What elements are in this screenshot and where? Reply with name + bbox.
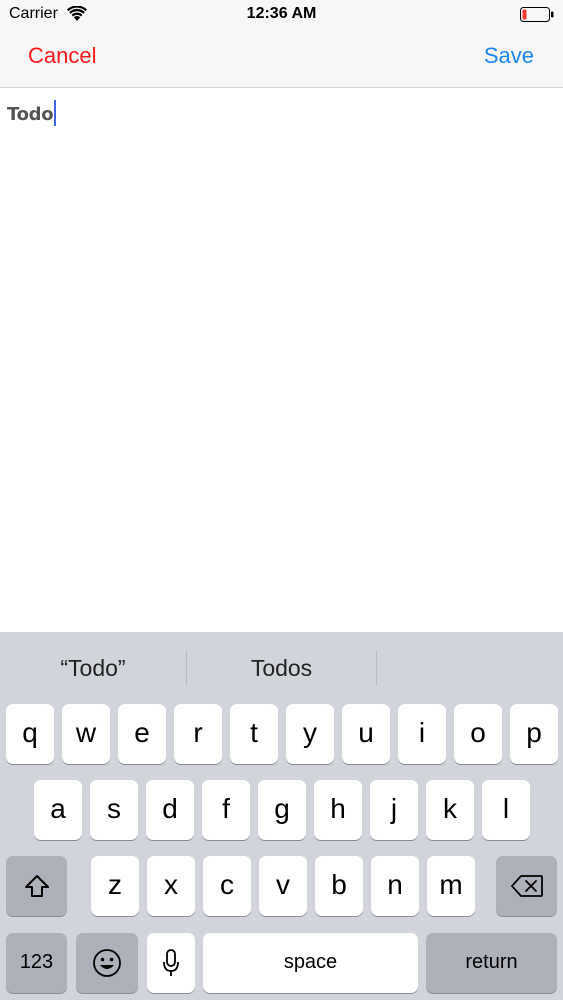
key-c[interactable]: c [203,856,251,916]
key-h[interactable]: h [314,780,362,840]
suggestion-1[interactable]: “Todo” [0,632,186,704]
todo-text: Todo [7,100,57,126]
keyboard: “Todo” Todos qwertyuiop asdfghjkl zxcvbn… [0,632,563,1000]
emoji-icon [93,949,121,977]
navigation-bar: Cancel Save [0,30,563,88]
return-key[interactable]: return [426,933,557,993]
shift-icon [24,875,49,897]
status-bar: Carrier 12:36 AM [0,0,563,30]
suggestion-2[interactable]: Todos [187,632,376,704]
key-b[interactable]: b [315,856,363,916]
key-x[interactable]: x [147,856,195,916]
cancel-button[interactable]: Cancel [28,43,96,69]
emoji-key[interactable] [76,933,138,993]
key-g[interactable]: g [258,780,306,840]
key-t[interactable]: t [230,704,278,764]
key-k[interactable]: k [426,780,474,840]
key-s[interactable]: s [90,780,138,840]
save-button[interactable]: Save [484,43,534,69]
key-j[interactable]: j [370,780,418,840]
suggestion-3[interactable] [377,632,563,704]
microphone-icon [163,949,179,976]
todo-text-area[interactable]: Todo [0,88,563,632]
key-r[interactable]: r [174,704,222,764]
key-e[interactable]: e [118,704,166,764]
key-z[interactable]: z [91,856,139,916]
key-q[interactable]: q [6,704,54,764]
key-n[interactable]: n [371,856,419,916]
key-w[interactable]: w [62,704,110,764]
clock: 12:36 AM [246,5,317,22]
text-caret [54,100,57,126]
todo-text-value: Todo [7,104,54,125]
key-m[interactable]: m [427,856,475,916]
key-f[interactable]: f [202,780,250,840]
shift-key[interactable] [6,856,67,916]
space-key[interactable]: space [203,933,418,993]
numbers-key[interactable]: 123 [6,933,67,993]
key-p[interactable]: p [510,704,558,764]
key-u[interactable]: u [342,704,390,764]
key-l[interactable]: l [482,780,530,840]
delete-key[interactable] [496,856,557,916]
dictation-key[interactable] [147,933,195,993]
suggestion-bar: “Todo” Todos [0,632,563,704]
key-v[interactable]: v [259,856,307,916]
backspace-icon [510,875,543,897]
battery-icon [520,7,554,22]
key-a[interactable]: a [34,780,82,840]
key-y[interactable]: y [286,704,334,764]
key-o[interactable]: o [454,704,502,764]
key-d[interactable]: d [146,780,194,840]
key-i[interactable]: i [398,704,446,764]
